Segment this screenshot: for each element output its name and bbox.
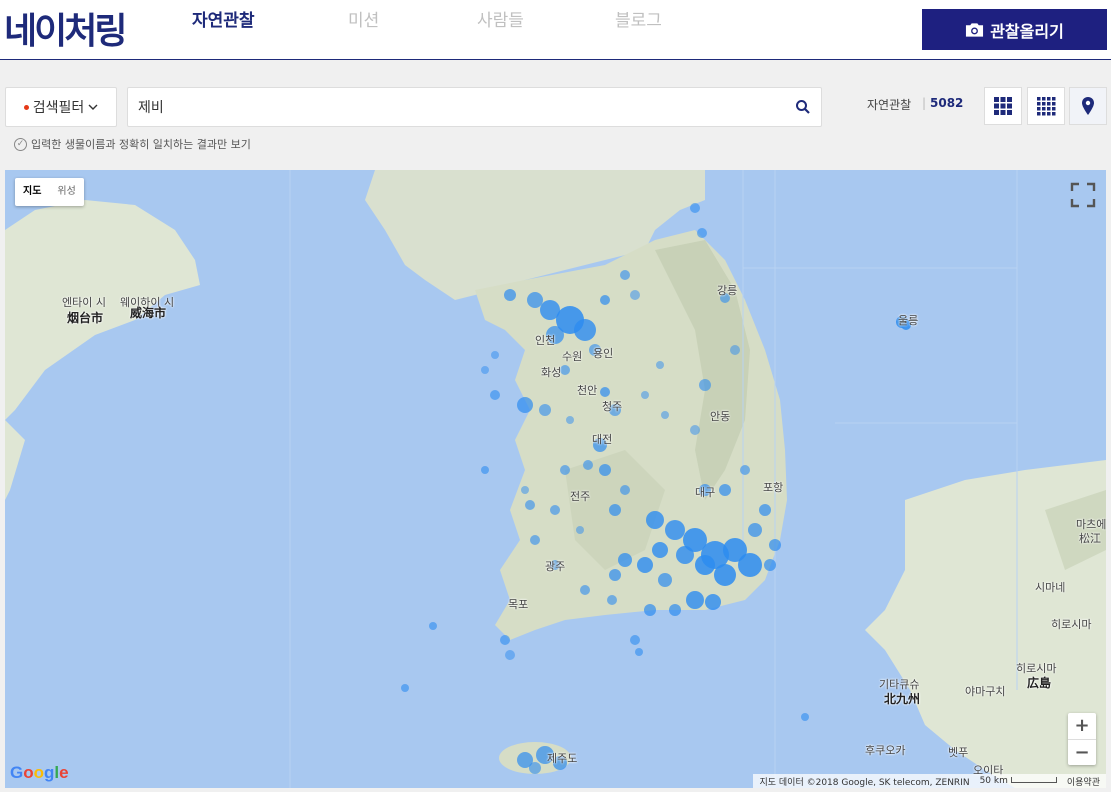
- chevron-down-icon: [88, 104, 98, 110]
- attribution-text: 지도 데이터 ©2018 Google, SK telecom, ZENRIN: [759, 777, 970, 788]
- nav-mission[interactable]: 미션: [348, 6, 379, 31]
- map-label: 시마네: [1035, 581, 1066, 594]
- map-type-toggle: 지도 위성: [15, 178, 84, 206]
- map-label: 広島: [1027, 676, 1052, 690]
- zoom-out-button[interactable]: −: [1068, 740, 1096, 766]
- map-pin-icon: [1082, 97, 1094, 115]
- map-label: 벳푸: [948, 746, 969, 759]
- map-label: 烟台市: [67, 311, 104, 325]
- map-label: 청주: [602, 400, 623, 413]
- map-label: 천안: [577, 384, 598, 397]
- map-label: 인천: [535, 334, 556, 347]
- map-type-map[interactable]: 지도: [15, 178, 49, 206]
- observation-map[interactable]: 엔타이 시 웨이하이 시 烟台市 威海市 인천 수원 용인 강릉 화성 천안 청…: [5, 170, 1106, 788]
- filter-active-dot: [23, 104, 29, 110]
- map-label: 목포: [508, 598, 529, 611]
- map-scale: 50 km: [980, 776, 1057, 786]
- map-canvas: [5, 170, 1106, 788]
- map-label: 대구: [695, 486, 716, 499]
- top-header: 네이처링 자연관찰 미션 사람들 블로그 관찰올리기: [0, 0, 1111, 60]
- search-filter-button[interactable]: 검색필터: [5, 87, 117, 127]
- map-attribution: 지도 데이터 ©2018 Google, SK telecom, ZENRIN …: [753, 774, 1106, 788]
- map-label: 北九州: [884, 692, 921, 706]
- site-logo[interactable]: 네이처링: [4, 2, 127, 54]
- map-label: 야마구치: [965, 685, 1006, 698]
- upload-label: 관찰올리기: [990, 21, 1064, 41]
- google-logo[interactable]: Google: [10, 763, 69, 783]
- map-label: 수원: [562, 350, 583, 363]
- map-label: 후쿠오카: [865, 744, 906, 757]
- fullscreen-icon[interactable]: [1070, 182, 1096, 208]
- map-label: 松江: [1079, 532, 1101, 545]
- zoom-control: + −: [1068, 713, 1096, 765]
- view-large-grid-button[interactable]: [984, 87, 1022, 125]
- map-type-satellite[interactable]: 위성: [49, 178, 83, 206]
- count-divider: |: [922, 96, 927, 110]
- map-label: 威海市: [130, 306, 167, 320]
- map-label: 용인: [593, 347, 614, 360]
- exact-match-label: 입력한 생물이름과 정확히 일치하는 결과만 보기: [31, 138, 251, 151]
- terms-link[interactable]: 이용약관: [1067, 775, 1100, 788]
- observation-count-label: 자연관찰: [867, 98, 912, 112]
- search-box: [127, 87, 822, 127]
- nav-people[interactable]: 사람들: [477, 6, 524, 31]
- observation-count-value: 5082: [930, 96, 964, 110]
- map-label: 포항: [763, 481, 784, 494]
- map-label: 대전: [592, 433, 613, 446]
- map-label: 히로시마: [1051, 618, 1092, 631]
- map-label: 울릉: [898, 314, 919, 327]
- map-label: 안동: [710, 410, 731, 423]
- search-input[interactable]: [138, 88, 778, 126]
- filter-label: 검색필터: [32, 100, 85, 116]
- map-label: 강릉: [717, 284, 738, 297]
- upload-observation-button[interactable]: 관찰올리기: [922, 9, 1107, 50]
- map-label: 엔타이 시: [62, 296, 106, 309]
- map-label: 전주: [570, 490, 591, 503]
- grid-large-icon: [994, 97, 1012, 115]
- check-circle-icon: ✓: [14, 137, 27, 151]
- map-label: 화성: [541, 366, 562, 379]
- exact-match-toggle[interactable]: ✓ 입력한 생물이름과 정확히 일치하는 결과만 보기: [14, 136, 251, 152]
- search-icon[interactable]: [795, 99, 811, 115]
- nav-nature-observation[interactable]: 자연관찰: [192, 6, 255, 31]
- nav-blog[interactable]: 블로그: [615, 6, 662, 31]
- map-label: 제주도: [547, 752, 578, 765]
- view-small-grid-button[interactable]: [1027, 87, 1065, 125]
- grid-small-icon: [1037, 97, 1056, 116]
- view-map-button[interactable]: [1069, 87, 1107, 125]
- zoom-in-button[interactable]: +: [1068, 713, 1096, 739]
- map-label: 광주: [545, 560, 566, 573]
- camera-icon: [966, 22, 984, 37]
